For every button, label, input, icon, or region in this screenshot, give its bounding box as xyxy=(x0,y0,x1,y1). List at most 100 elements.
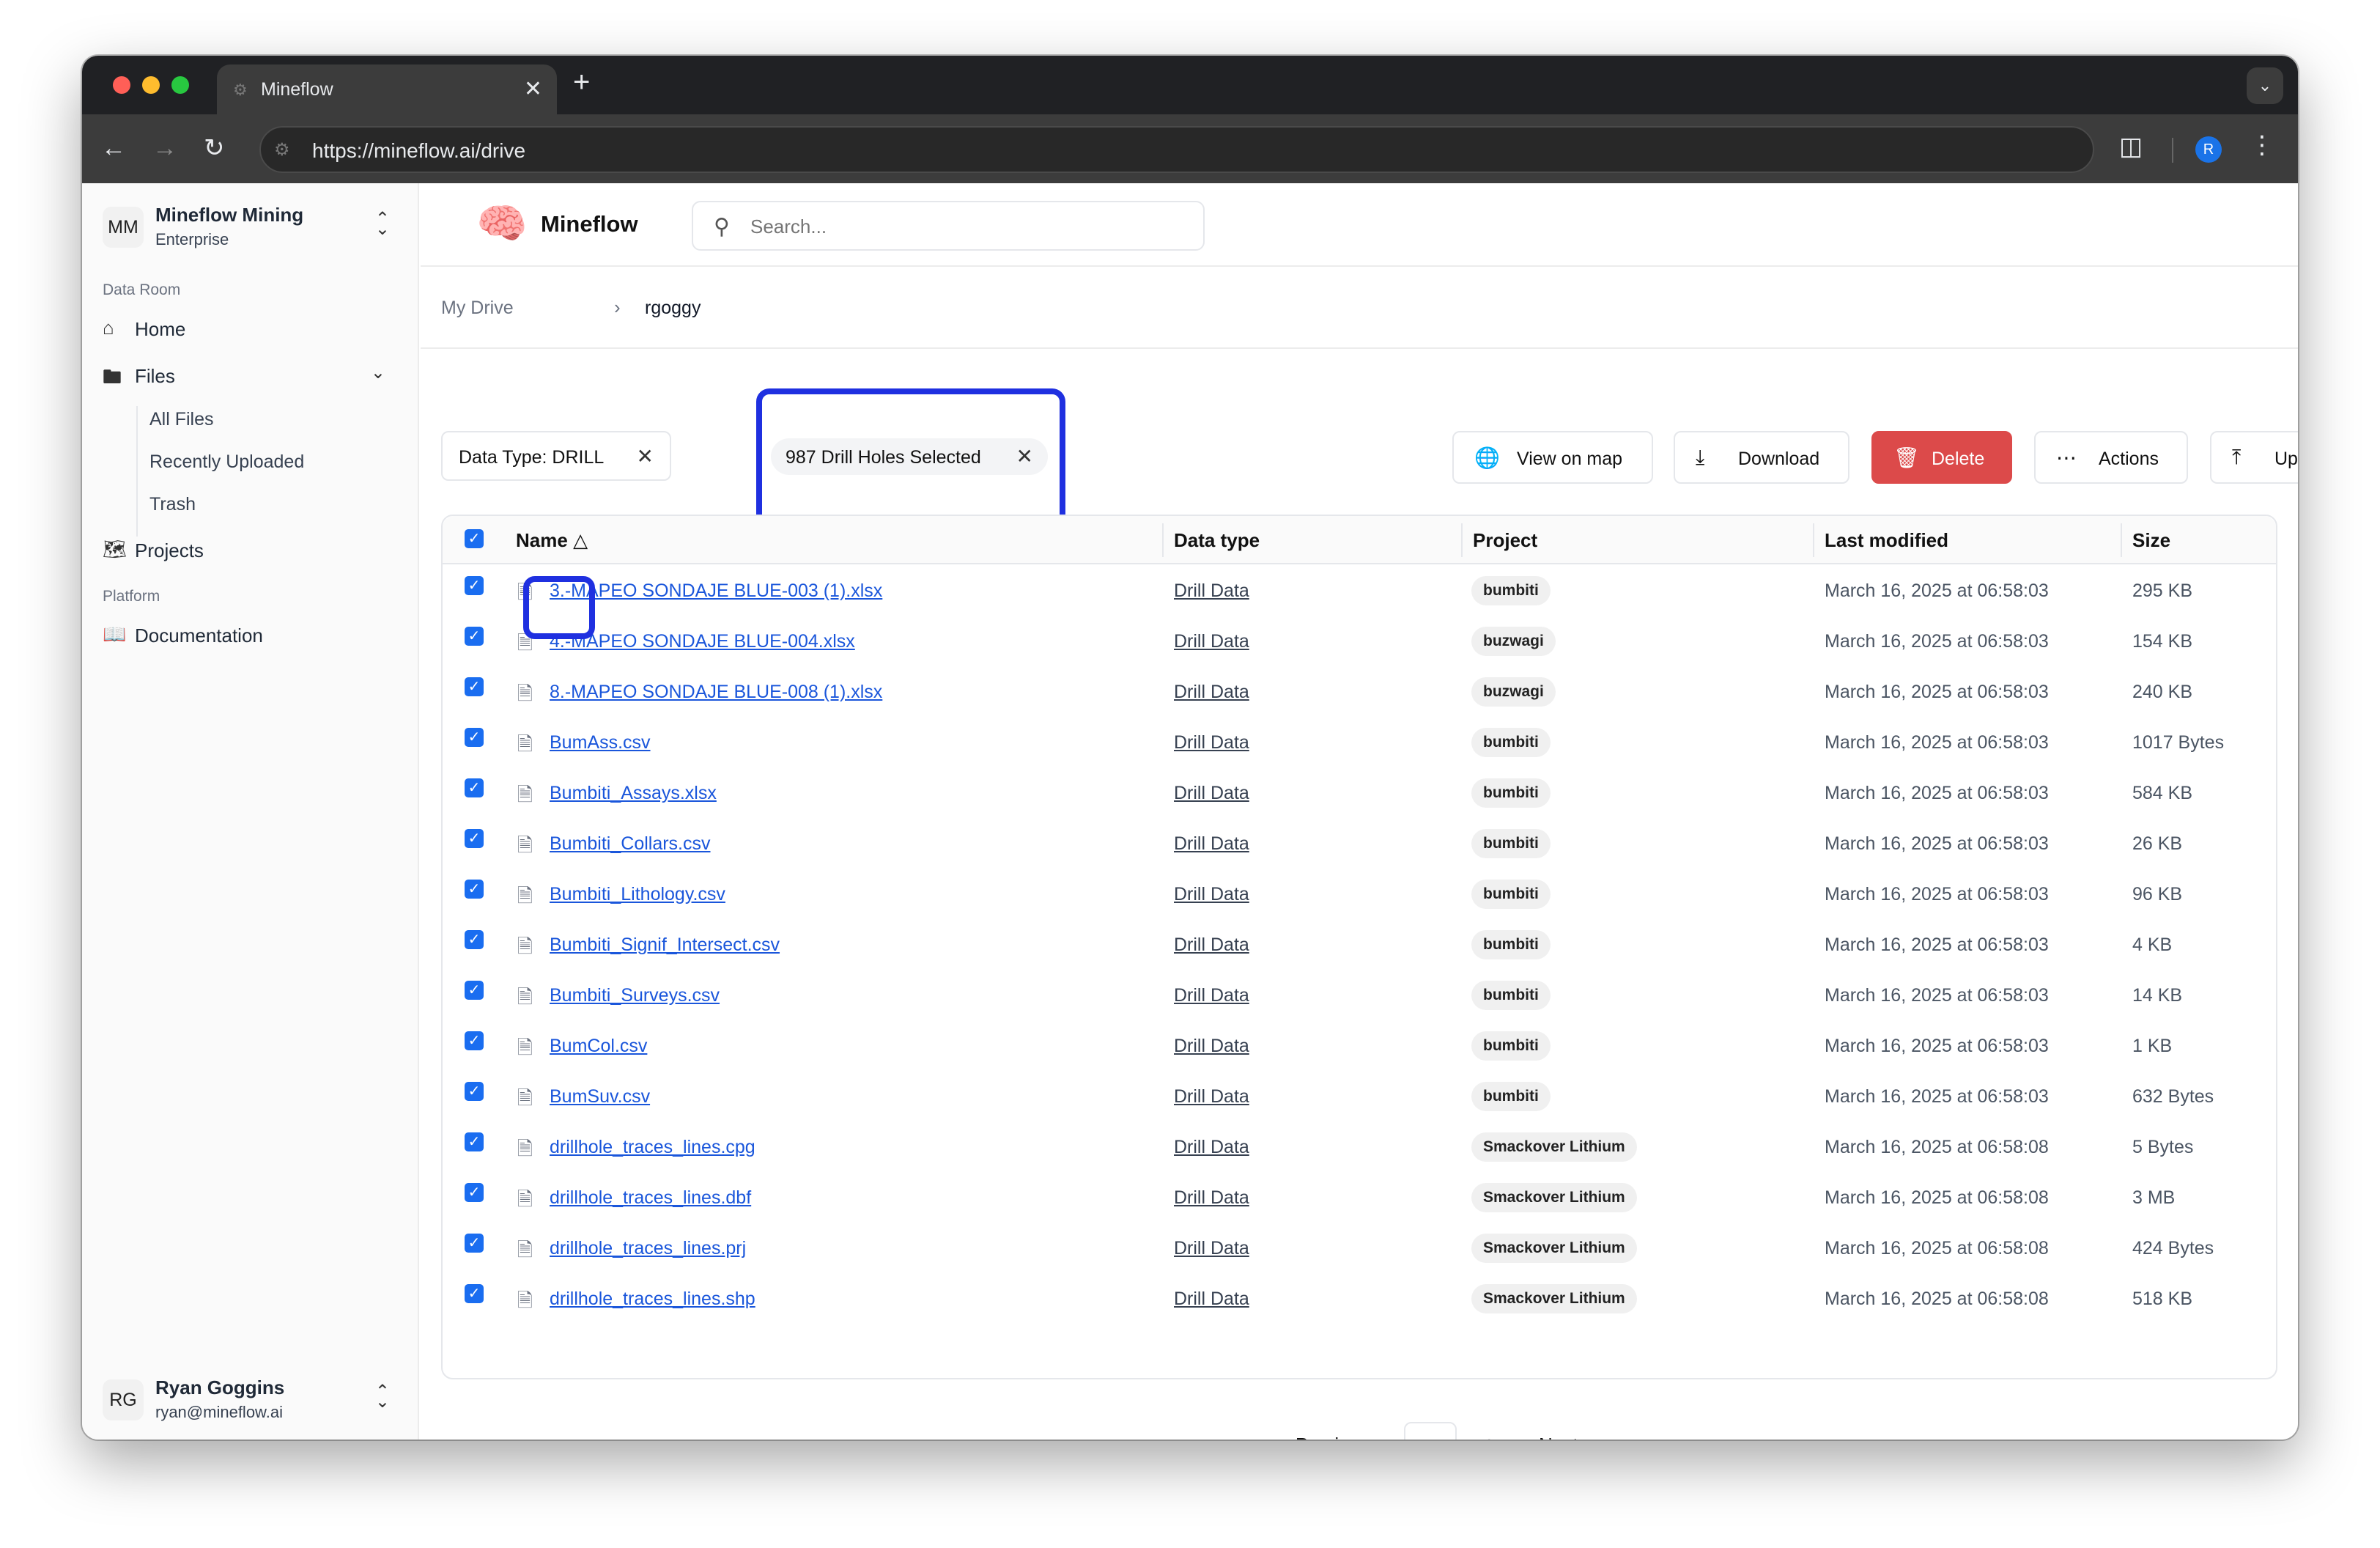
tab-search-chevron-icon[interactable]: ⌄ xyxy=(2247,67,2283,104)
table-row[interactable]: ✓ 🗎 Bumbiti_Surveys.csv Drill Data bumbiti Ma… xyxy=(443,970,2276,1021)
site-info-icon[interactable]: ⚙ xyxy=(274,139,290,161)
table-row[interactable]: ✓ 🗎 Bumbiti_Assays.xlsx Drill Data bumbiti Ma… xyxy=(443,768,2276,819)
file-name-link[interactable]: Bumbiti_Assays.xlsx xyxy=(550,783,717,804)
user-menu[interactable]: RG Ryan Goggins ryan@mineflow.ai ⌃ ⌄ xyxy=(103,1371,399,1426)
row-checkbox[interactable]: ✓ xyxy=(465,627,484,646)
file-name-link[interactable]: drillhole_traces_lines.prj xyxy=(550,1238,746,1259)
table-row[interactable]: ✓ 🗎 8.-MAPEO SONDAJE BLUE-008 (1).xlsx Dril… xyxy=(443,667,2276,718)
data-type-filter-chip[interactable]: Data Type: DRILL ✕ xyxy=(441,431,671,481)
file-name-link[interactable]: drillhole_traces_lines.cpg xyxy=(550,1137,755,1158)
data-type-link[interactable]: Drill Data xyxy=(1174,985,1249,1006)
data-type-link[interactable]: Drill Data xyxy=(1174,783,1249,804)
row-checkbox[interactable]: ✓ xyxy=(465,880,484,899)
extensions-icon[interactable]: ◫ xyxy=(2119,132,2143,161)
column-header-data-type[interactable]: Data type xyxy=(1174,529,1260,552)
file-name-link[interactable]: BumSuv.csv xyxy=(550,1086,650,1107)
row-checkbox[interactable]: ✓ xyxy=(465,930,484,949)
data-type-link[interactable]: Drill Data xyxy=(1174,1289,1249,1310)
table-row[interactable]: ✓ 🗎 Bumbiti_Signif_Intersect.csv Drill Data… xyxy=(443,920,2276,970)
reload-icon[interactable]: ↻ xyxy=(204,133,225,163)
data-type-link[interactable]: Drill Data xyxy=(1174,631,1249,652)
view-on-map-button[interactable]: 🌐 View on map xyxy=(1452,431,1653,484)
data-type-link[interactable]: Drill Data xyxy=(1174,1036,1249,1057)
row-checkbox[interactable]: ✓ xyxy=(465,576,484,595)
table-row[interactable]: ✓ 🗎 Bumbiti_Lithology.csv Drill Data bumbiti… xyxy=(443,869,2276,920)
upload-button[interactable]: ⤒ Upload xyxy=(2210,431,2298,484)
new-tab-icon[interactable]: + xyxy=(573,66,590,99)
file-name-link[interactable]: Bumbiti_Surveys.csv xyxy=(550,985,720,1006)
table-row[interactable]: ✓ 🗎 3.-MAPEO SONDAJE BLUE-003 (1).xlsx Dril… xyxy=(443,566,2276,616)
column-header-size[interactable]: Size xyxy=(2132,529,2170,552)
data-type-link[interactable]: Drill Data xyxy=(1174,833,1249,855)
row-checkbox[interactable]: ✓ xyxy=(465,981,484,1000)
file-name-link[interactable]: BumAss.csv xyxy=(550,732,651,753)
table-row[interactable]: ✓ 🗎 4.-MAPEO SONDAJE BLUE-004.xlsx Drill Da… xyxy=(443,616,2276,667)
row-checkbox[interactable]: ✓ xyxy=(465,728,484,747)
data-type-link[interactable]: Drill Data xyxy=(1174,682,1249,703)
pagination-next-button[interactable]: Next › xyxy=(1539,1434,1589,1440)
data-type-link[interactable]: Drill Data xyxy=(1174,1238,1249,1259)
pagination-previous-button[interactable]: ‹ Previous xyxy=(1284,1434,1370,1440)
back-arrow-icon[interactable]: ← xyxy=(101,133,126,163)
data-type-link[interactable]: Drill Data xyxy=(1174,1187,1249,1209)
breadcrumb-my-drive[interactable]: My Drive xyxy=(441,298,514,319)
search-input[interactable] xyxy=(750,215,1175,238)
column-header-project[interactable]: Project xyxy=(1473,529,1537,552)
tab-close-icon[interactable]: ✕ xyxy=(524,76,542,102)
row-checkbox[interactable]: ✓ xyxy=(465,778,484,797)
file-name-link[interactable]: Bumbiti_Collars.csv xyxy=(550,833,711,855)
table-row[interactable]: ✓ 🗎 BumCol.csv Drill Data bumbiti March 16, 2… xyxy=(443,1021,2276,1072)
file-name-link[interactable]: 4.-MAPEO SONDAJE BLUE-004.xlsx xyxy=(550,631,855,652)
browser-tab[interactable]: ⚙ Mineflow ✕ xyxy=(217,64,557,114)
table-row[interactable]: ✓ 🗎 drillhole_traces_lines.cpg Drill Data Sm… xyxy=(443,1122,2276,1173)
file-name-link[interactable]: drillhole_traces_lines.dbf xyxy=(550,1187,751,1209)
sidebar-item-recently-uploaded[interactable]: Recently Uploaded xyxy=(149,443,384,479)
sidebar-item-home[interactable]: ⌂ Home xyxy=(103,309,399,347)
delete-button[interactable]: 🗑 Delete xyxy=(1871,431,2012,484)
close-window-button[interactable] xyxy=(113,76,130,94)
data-type-link[interactable]: Drill Data xyxy=(1174,884,1249,905)
data-type-link[interactable]: Drill Data xyxy=(1174,580,1249,602)
maximize-window-button[interactable] xyxy=(171,76,189,94)
file-name-link[interactable]: 8.-MAPEO SONDAJE BLUE-008 (1).xlsx xyxy=(550,682,882,703)
file-name-link[interactable]: Bumbiti_Signif_Intersect.csv xyxy=(550,935,780,956)
sidebar-item-documentation[interactable]: 📖 Documentation xyxy=(103,616,399,654)
data-type-link[interactable]: Drill Data xyxy=(1174,1137,1249,1158)
row-checkbox[interactable]: ✓ xyxy=(465,1082,484,1101)
row-checkbox[interactable]: ✓ xyxy=(465,677,484,696)
select-all-checkbox[interactable]: ✓ xyxy=(465,529,484,548)
app-logo-text[interactable]: Mineflow xyxy=(541,211,638,237)
sidebar-item-files[interactable]: 🖿 Files ⌄ xyxy=(103,356,399,394)
pagination-page-2[interactable]: 2 xyxy=(1463,1422,1515,1440)
browser-menu-icon[interactable]: ⋮ xyxy=(2250,130,2274,160)
row-checkbox[interactable]: ✓ xyxy=(465,1183,484,1202)
table-row[interactable]: ✓ 🗎 BumAss.csv Drill Data bumbiti March 16, 2… xyxy=(443,718,2276,768)
search-box[interactable]: ⚲ xyxy=(692,201,1205,251)
row-checkbox[interactable]: ✓ xyxy=(465,1234,484,1253)
row-checkbox[interactable]: ✓ xyxy=(465,1031,484,1050)
download-button[interactable]: ⤓ Download xyxy=(1674,431,1849,484)
data-type-link[interactable]: Drill Data xyxy=(1174,935,1249,956)
sidebar-item-projects[interactable]: 🗺 Projects xyxy=(103,531,399,569)
file-name-link[interactable]: BumCol.csv xyxy=(550,1036,647,1057)
minimize-window-button[interactable] xyxy=(142,76,160,94)
sidebar-item-all-files[interactable]: All Files xyxy=(149,400,384,437)
chevron-down-icon[interactable]: ⌄ xyxy=(371,362,385,383)
data-type-link[interactable]: Drill Data xyxy=(1174,1086,1249,1107)
close-icon[interactable]: ✕ xyxy=(637,444,654,468)
table-row[interactable]: ✓ 🗎 drillhole_traces_lines.prj Drill Data Sm… xyxy=(443,1223,2276,1274)
org-switcher[interactable]: MM Mineflow Mining Enterprise ⌃ ⌄ xyxy=(103,198,399,254)
row-checkbox[interactable]: ✓ xyxy=(465,1132,484,1151)
selection-count-chip[interactable]: 987 Drill Holes Selected ✕ xyxy=(771,438,1048,475)
table-row[interactable]: ✓ 🗎 Bumbiti_Collars.csv Drill Data bumbiti Ma… xyxy=(443,819,2276,869)
row-checkbox[interactable]: ✓ xyxy=(465,829,484,848)
close-icon[interactable]: ✕ xyxy=(1016,444,1033,468)
column-header-last-modified[interactable]: Last modified xyxy=(1825,529,1948,552)
table-row[interactable]: ✓ 🗎 drillhole_traces_lines.dbf Drill Data Sm… xyxy=(443,1173,2276,1223)
table-row[interactable]: ✓ 🗎 drillhole_traces_lines.shp Drill Data Sm… xyxy=(443,1274,2276,1324)
pagination-page-1[interactable]: 1 xyxy=(1404,1422,1457,1440)
table-row[interactable]: ✓ 🗎 BumSuv.csv Drill Data bumbiti March 16, 2… xyxy=(443,1072,2276,1122)
forward-arrow-icon[interactable]: → xyxy=(152,133,177,163)
sidebar-item-trash[interactable]: Trash xyxy=(149,485,384,522)
column-header-name[interactable]: Name △ xyxy=(516,529,588,552)
